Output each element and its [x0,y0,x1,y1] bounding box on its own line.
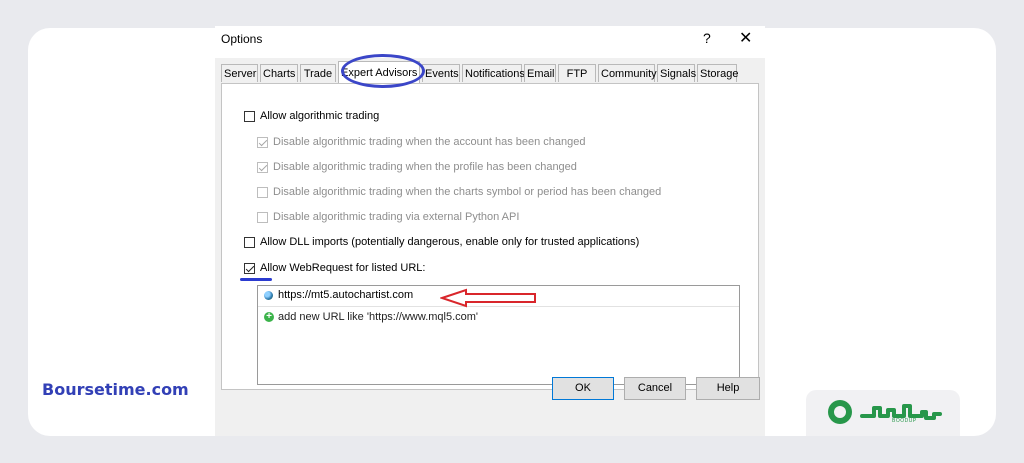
cancel-button[interactable]: Cancel [624,377,686,400]
disable-python-checkbox [257,212,268,223]
tab-trade[interactable]: Trade [300,64,336,82]
disable-account-label: Disable algorithmic trading when the acc… [273,136,586,148]
tab-storage[interactable]: Storage [697,64,739,82]
annotation-arrow-icon [440,288,536,308]
watermark-text: Boursetime.com [42,380,189,399]
allow-webrequest-checkbox[interactable] [244,263,255,274]
help-button[interactable]: Help [696,377,760,400]
brand-logo: BOODUP [806,390,960,436]
dialog-title: Options [221,32,263,46]
add-url-item[interactable]: + add new URL like 'https://www.mql5.com… [258,308,739,328]
disable-profile-checkbox [257,162,268,173]
url-entry-text: https://mt5.autochartist.com [278,289,414,301]
disable-python-label: Disable algorithmic trading via external… [273,211,520,223]
add-url-hint: add new URL like 'https://www.mql5.com' [278,311,479,323]
disable-account-checkbox [257,137,268,148]
tab-ftp[interactable]: FTP [558,64,596,82]
disable-profile-label: Disable algorithmic trading when the pro… [273,161,577,173]
tab-community[interactable]: Community [598,64,657,82]
brand-mark-icon [828,400,852,424]
annotation-underline [240,278,272,281]
close-icon[interactable]: ✕ [739,28,752,48]
help-question-icon[interactable]: ? [703,30,711,46]
allow-dll-checkbox[interactable] [244,237,255,248]
allow-webrequest-label: Allow WebRequest for listed URL: [260,262,426,274]
tab-notifications[interactable]: Notifications [462,64,525,82]
title-bar: Options ? ✕ [215,26,765,58]
allow-algo-label: Allow algorithmic trading [260,110,380,122]
disable-symbol-label: Disable algorithmic trading when the cha… [273,186,662,198]
tab-expert-advisors[interactable]: Expert Advisors [338,61,420,83]
allow-dll-label: Allow DLL imports (potentially dangerous… [260,236,640,248]
tab-events[interactable]: Events [422,64,460,82]
ok-button[interactable]: OK [552,377,614,400]
tab-email[interactable]: Email [524,64,556,82]
tab-signals[interactable]: Signals [657,64,696,82]
disable-symbol-checkbox [257,187,268,198]
tab-charts[interactable]: Charts [260,64,298,82]
brand-subtext: BOODUP [892,418,917,424]
tab-server[interactable]: Server [221,64,258,82]
allow-algo-checkbox[interactable] [244,111,255,122]
plus-circle-icon: + [264,312,274,322]
globe-icon [264,291,273,300]
